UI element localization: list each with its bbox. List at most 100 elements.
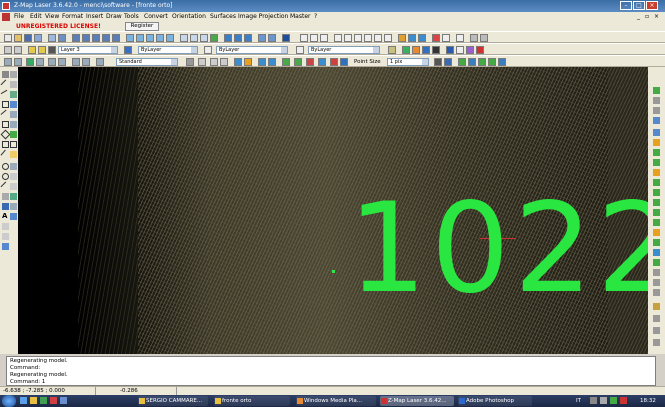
text-icon[interactable]: A — [2, 213, 9, 220]
surface-icon[interactable] — [412, 46, 420, 54]
lineweight-icon[interactable] — [296, 46, 304, 54]
classify-icon[interactable] — [282, 58, 290, 66]
move-icon[interactable] — [10, 101, 17, 108]
orbit-3d-icon[interactable] — [186, 58, 194, 66]
view-icon-17[interactable] — [653, 249, 660, 256]
layer-lock-icon[interactable] — [48, 46, 56, 54]
properties-icon[interactable] — [224, 34, 232, 42]
close-button[interactable]: × — [646, 1, 658, 10]
menu-insert[interactable]: Insert — [86, 12, 103, 22]
volume-icon[interactable] — [600, 397, 607, 404]
perpendicular-icon[interactable] — [354, 34, 362, 42]
section-icon[interactable] — [432, 46, 440, 54]
linetype-select[interactable]: ByLayer — [216, 46, 288, 54]
new-file-icon[interactable] — [4, 34, 12, 42]
fillet-icon[interactable] — [10, 213, 17, 220]
mirror-icon[interactable] — [10, 111, 17, 118]
menu-convert[interactable]: Convert — [144, 12, 168, 22]
dim-edit-icon[interactable] — [72, 58, 80, 66]
measure-icon[interactable] — [408, 34, 416, 42]
arc-icon[interactable] — [2, 121, 9, 128]
quadrant-icon[interactable] — [384, 34, 392, 42]
quicklaunch-icon[interactable] — [50, 397, 57, 404]
print-icon[interactable] — [34, 34, 42, 42]
command-window[interactable]: Regenerating model. Command: Regeneratin… — [6, 356, 656, 386]
view-icon-2[interactable] — [653, 97, 660, 104]
text-style-select[interactable]: Standard — [116, 58, 178, 66]
menu-format[interactable]: Format — [62, 12, 83, 22]
delete-points-icon[interactable] — [306, 58, 314, 66]
pan-icon[interactable] — [112, 34, 120, 42]
line-icon[interactable] — [0, 79, 11, 90]
layer-manager-icon[interactable] — [210, 34, 218, 42]
insert-block-icon[interactable] — [2, 223, 9, 230]
elliptical-arc-icon[interactable] — [0, 181, 11, 192]
view-icon-15[interactable] — [653, 229, 660, 236]
brush-icon[interactable] — [388, 46, 396, 54]
spline-icon[interactable] — [0, 149, 11, 160]
drawing-viewport[interactable]: 1022 X Y — [18, 67, 648, 354]
rotate-icon[interactable] — [10, 141, 17, 148]
paint-icon[interactable] — [466, 46, 474, 54]
stretch-icon[interactable] — [10, 163, 17, 170]
color-select[interactable]: ByLayer — [138, 46, 198, 54]
command-input[interactable]: Command: 1 — [10, 379, 45, 385]
import-icon[interactable] — [48, 34, 56, 42]
offset-icon[interactable] — [10, 121, 17, 128]
language-indicator[interactable]: IT — [576, 397, 581, 405]
dim-angle-icon[interactable] — [36, 58, 44, 66]
view-icon-19[interactable] — [653, 269, 660, 276]
contour-icon[interactable] — [422, 46, 430, 54]
menu-edit[interactable]: Edit — [30, 12, 42, 22]
tolerance-icon[interactable] — [58, 58, 66, 66]
tray-icon[interactable] — [610, 397, 617, 404]
doc-close-button[interactable]: × — [654, 12, 659, 22]
ellipse-icon[interactable] — [2, 173, 9, 180]
view-icon-20[interactable] — [653, 279, 660, 286]
menu-surfaces[interactable]: Surfaces — [210, 12, 236, 22]
palette-sky-icon[interactable] — [498, 58, 506, 66]
menu-view[interactable]: View — [45, 12, 59, 22]
region-icon[interactable] — [2, 203, 9, 210]
view-icon-8[interactable] — [653, 159, 660, 166]
menu-file[interactable]: File — [14, 12, 24, 22]
layer-select[interactable]: Layer 3 — [58, 46, 118, 54]
palette-lime-icon[interactable] — [478, 58, 486, 66]
view-icon-23[interactable] — [653, 315, 660, 322]
dash-icon[interactable] — [456, 46, 464, 54]
chamfer-icon[interactable] — [10, 203, 17, 210]
network-icon[interactable] — [590, 397, 597, 404]
export-icon[interactable] — [58, 34, 66, 42]
dim-radius-icon[interactable] — [26, 58, 34, 66]
break-icon[interactable] — [10, 193, 17, 200]
taskbar-item[interactable]: Adobe Photoshop — [458, 396, 532, 406]
match-properties-icon[interactable] — [234, 34, 242, 42]
taskbar-item[interactable]: fronte orto — [214, 396, 290, 406]
ground-icon[interactable] — [294, 58, 302, 66]
circle-icon[interactable] — [2, 163, 9, 170]
view-top-icon[interactable] — [126, 34, 134, 42]
word-icon[interactable] — [60, 397, 67, 404]
save-view-icon[interactable] — [444, 58, 452, 66]
camera-icon[interactable] — [210, 58, 218, 66]
app-icon[interactable] — [2, 2, 10, 10]
view-icon-9[interactable] — [653, 169, 660, 176]
palette-grass-icon[interactable] — [488, 58, 496, 66]
distance-icon[interactable] — [456, 34, 464, 42]
box-icon[interactable] — [10, 71, 17, 78]
start-button[interactable] — [2, 395, 16, 407]
intensity-icon[interactable] — [340, 58, 348, 66]
snap-settings-icon[interactable] — [398, 34, 406, 42]
line-tool-icon[interactable] — [300, 34, 308, 42]
polygon-icon[interactable] — [0, 129, 11, 140]
zoom-out-icon[interactable] — [82, 34, 90, 42]
grid-icon[interactable] — [258, 34, 266, 42]
view-icon-4[interactable] — [653, 117, 660, 124]
layer-states-icon[interactable] — [4, 46, 12, 54]
rectangle-icon[interactable] — [2, 141, 9, 148]
menu-draw[interactable]: Draw — [106, 12, 122, 22]
save-icon[interactable] — [24, 34, 32, 42]
maximize-button[interactable]: □ — [633, 1, 645, 10]
palette-blue-icon[interactable] — [468, 58, 476, 66]
layer-freeze-icon[interactable] — [38, 46, 46, 54]
